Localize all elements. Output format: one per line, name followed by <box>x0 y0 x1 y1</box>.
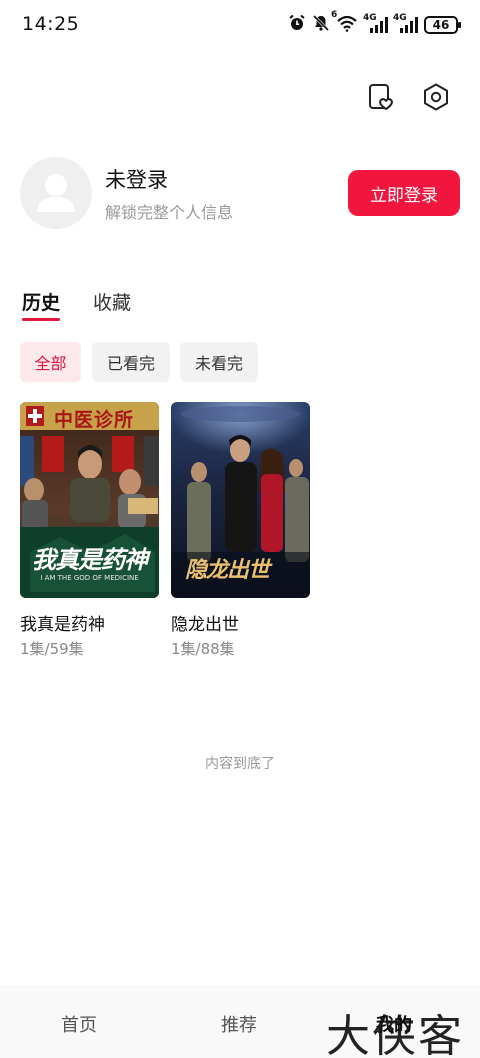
battery-icon: 46 <box>424 16 461 34</box>
wifi-icon: 6 <box>331 10 358 36</box>
poster-title-text: 我真是药神 <box>32 545 148 574</box>
filter-all[interactable]: 全部 <box>20 342 81 382</box>
end-of-list-text: 内容到底了 <box>205 756 275 772</box>
status-time: 14:25 <box>22 13 80 35</box>
history-card[interactable]: 隐龙出世 隐龙出世 1集/88集 <box>171 402 311 658</box>
card-progress: 1集/88集 <box>171 640 235 658</box>
wifi-badge: 6 <box>331 10 338 20</box>
signal-icon-2: 4G <box>393 13 418 35</box>
poster-subtitle-text: I AM THE GOD OF MEDICINE <box>40 574 139 582</box>
nav-recommend[interactable]: 推荐 <box>221 1011 257 1037</box>
mute-icon <box>312 14 330 36</box>
user-subtitle: 解锁完整个人信息 <box>105 203 234 222</box>
poster-title-text: 隐龙出世 <box>185 557 270 583</box>
user-name[interactable]: 未登录 <box>105 164 168 194</box>
poster-image[interactable]: 中医诊所 我真是药神 I AM THE GOD OF MEDICINE <box>20 402 159 598</box>
settings-icon[interactable] <box>421 82 451 112</box>
poster-sign-text: 中医诊所 <box>54 409 135 431</box>
filter-finished[interactable]: 已看完 <box>92 342 170 382</box>
nav-home[interactable]: 首页 <box>61 1011 97 1037</box>
poster-image[interactable]: 隐龙出世 <box>171 402 310 598</box>
login-button[interactable]: 立即登录 <box>348 170 460 216</box>
favorites-icon[interactable] <box>366 82 396 112</box>
battery-level: 46 <box>432 18 450 32</box>
avatar[interactable] <box>20 157 92 229</box>
card-title[interactable]: 我真是药神 <box>20 610 105 635</box>
status-icons: 6 4G 4G 46 <box>288 10 461 37</box>
filter-unfinished[interactable]: 未看完 <box>180 342 258 382</box>
tab-favorites[interactable]: 收藏 <box>93 288 131 315</box>
status-bar: 14:25 6 4G 4G 46 <box>0 0 480 50</box>
tab-active-indicator <box>22 318 60 321</box>
alarm-icon <box>288 14 306 36</box>
watermark: 大侠客 <box>326 1011 464 1058</box>
signal-icon-1: 4G <box>363 13 388 35</box>
card-progress: 1集/59集 <box>20 640 84 658</box>
card-title[interactable]: 隐龙出世 <box>171 610 239 635</box>
history-card[interactable]: 中医诊所 我真是药神 I AM THE GOD OF MEDICINE 我真是药… <box>20 402 160 658</box>
tab-history[interactable]: 历史 <box>22 288 60 315</box>
